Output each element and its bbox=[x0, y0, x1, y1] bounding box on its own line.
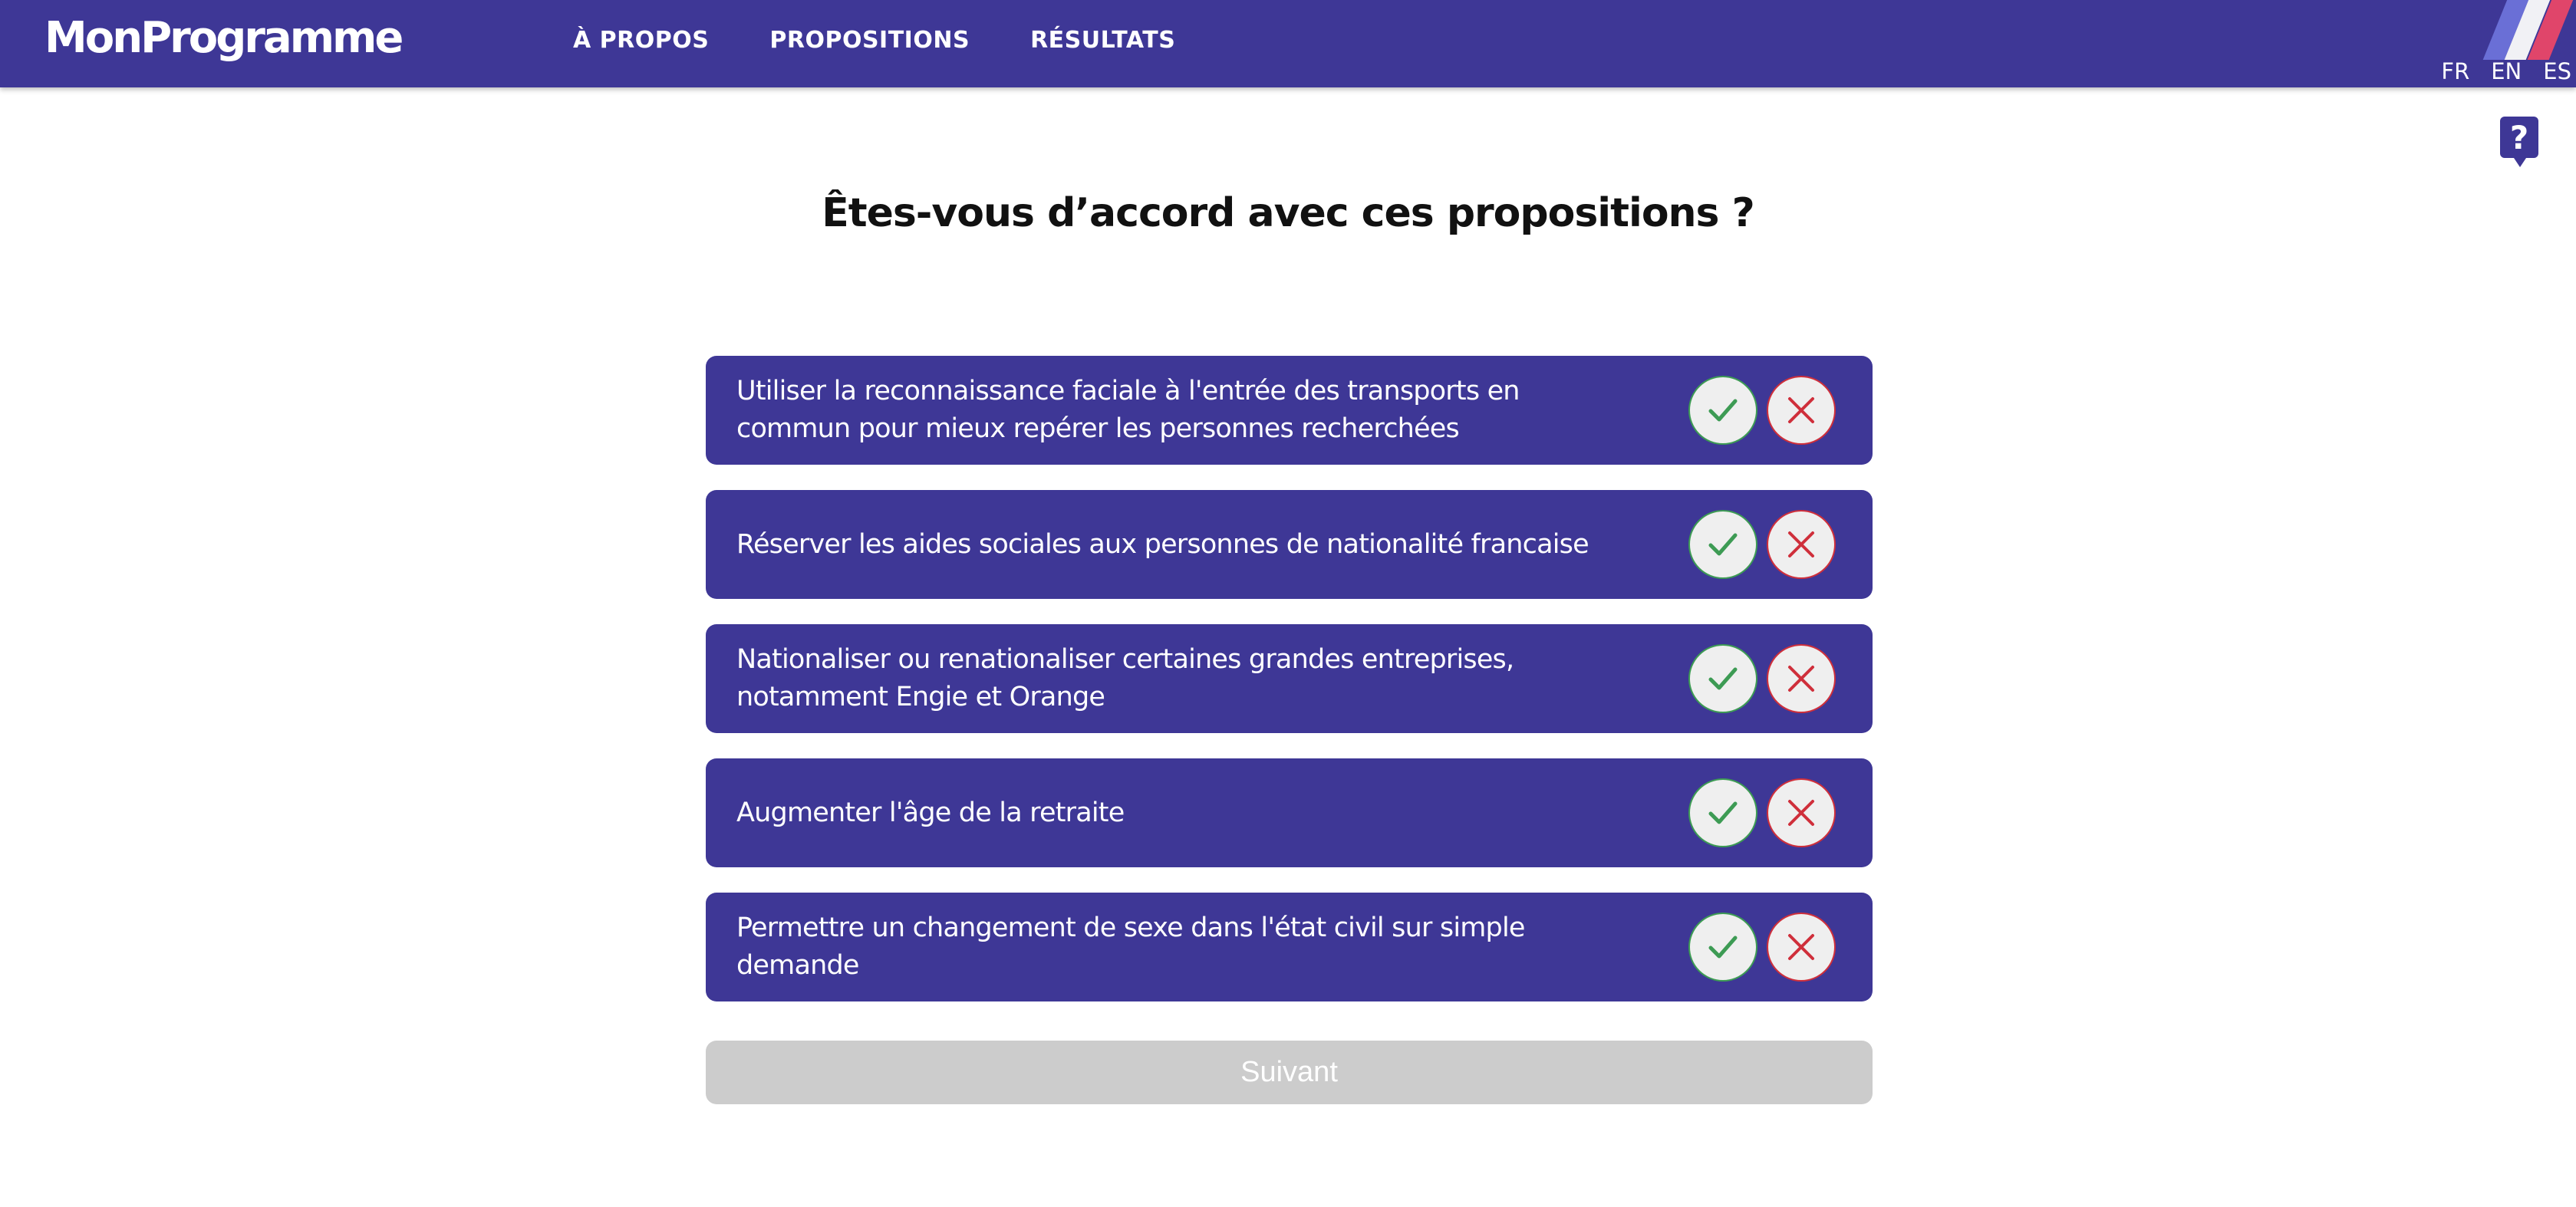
agree-button[interactable] bbox=[1688, 778, 1757, 847]
lang-es[interactable]: ES bbox=[2543, 58, 2571, 84]
x-icon bbox=[1788, 666, 1814, 692]
x-icon bbox=[1788, 800, 1814, 826]
proposition-card: Utiliser la reconnaissance faciale à l'e… bbox=[706, 356, 1873, 465]
nav-link-resultats[interactable]: RÉSULTATS bbox=[1030, 27, 1175, 54]
logo[interactable]: MonProgramme bbox=[44, 8, 404, 69]
disagree-button[interactable] bbox=[1767, 778, 1836, 847]
help-button[interactable]: ? bbox=[2500, 117, 2538, 167]
nav-link-propositions[interactable]: PROPOSITIONS bbox=[769, 27, 970, 54]
check-icon bbox=[1708, 936, 1738, 959]
navbar: MonProgramme À PROPOS PROPOSITIONS RÉSUL… bbox=[0, 0, 2576, 87]
proposition-card: Augmenter l'âge de la retraite bbox=[706, 758, 1873, 867]
french-flag-decoration bbox=[2476, 0, 2576, 60]
proposition-text: Augmenter l'âge de la retraite bbox=[736, 797, 1125, 828]
proposition-text: Utiliser la reconnaissance faciale à l'e… bbox=[736, 376, 1520, 444]
check-icon bbox=[1708, 399, 1738, 422]
page-title: Êtes-vous d’accord avec ces propositions… bbox=[822, 190, 1755, 236]
check-icon bbox=[1708, 667, 1738, 690]
disagree-button[interactable] bbox=[1767, 644, 1836, 713]
proposition-card: Nationaliser ou renationaliser certaines… bbox=[706, 624, 1873, 733]
nav-link-a-propos[interactable]: À PROPOS bbox=[573, 27, 709, 54]
nav-links: À PROPOS PROPOSITIONS RÉSULTATS bbox=[573, 0, 1175, 80]
lang-en[interactable]: EN bbox=[2491, 58, 2522, 84]
check-icon bbox=[1708, 533, 1738, 556]
disagree-button[interactable] bbox=[1767, 376, 1836, 445]
agree-button[interactable] bbox=[1688, 376, 1757, 445]
agree-button[interactable] bbox=[1688, 913, 1757, 982]
proposition-text: Réserver les aides sociales aux personne… bbox=[736, 528, 1589, 560]
proposition-card: Permettre un changement de sexe dans l'é… bbox=[706, 893, 1873, 1001]
next-button[interactable]: Suivant bbox=[706, 1041, 1873, 1104]
proposition-text: Permettre un changement de sexe dans l'é… bbox=[736, 913, 1525, 981]
agree-button[interactable] bbox=[1688, 644, 1757, 713]
proposition-card: Réserver les aides sociales aux personne… bbox=[706, 490, 1873, 599]
check-icon bbox=[1708, 801, 1738, 824]
x-icon bbox=[1788, 397, 1814, 423]
disagree-button[interactable] bbox=[1767, 510, 1836, 579]
lang-fr[interactable]: FR bbox=[2441, 58, 2469, 84]
agree-button[interactable] bbox=[1688, 510, 1757, 579]
propositions-list: Utiliser la reconnaissance faciale à l'e… bbox=[706, 356, 1873, 1027]
disagree-button[interactable] bbox=[1767, 913, 1836, 982]
x-icon bbox=[1788, 934, 1814, 960]
x-icon bbox=[1788, 531, 1814, 557]
proposition-text: Nationaliser ou renationaliser certaines… bbox=[736, 644, 1514, 712]
language-switcher: FR EN ES bbox=[2441, 58, 2576, 84]
